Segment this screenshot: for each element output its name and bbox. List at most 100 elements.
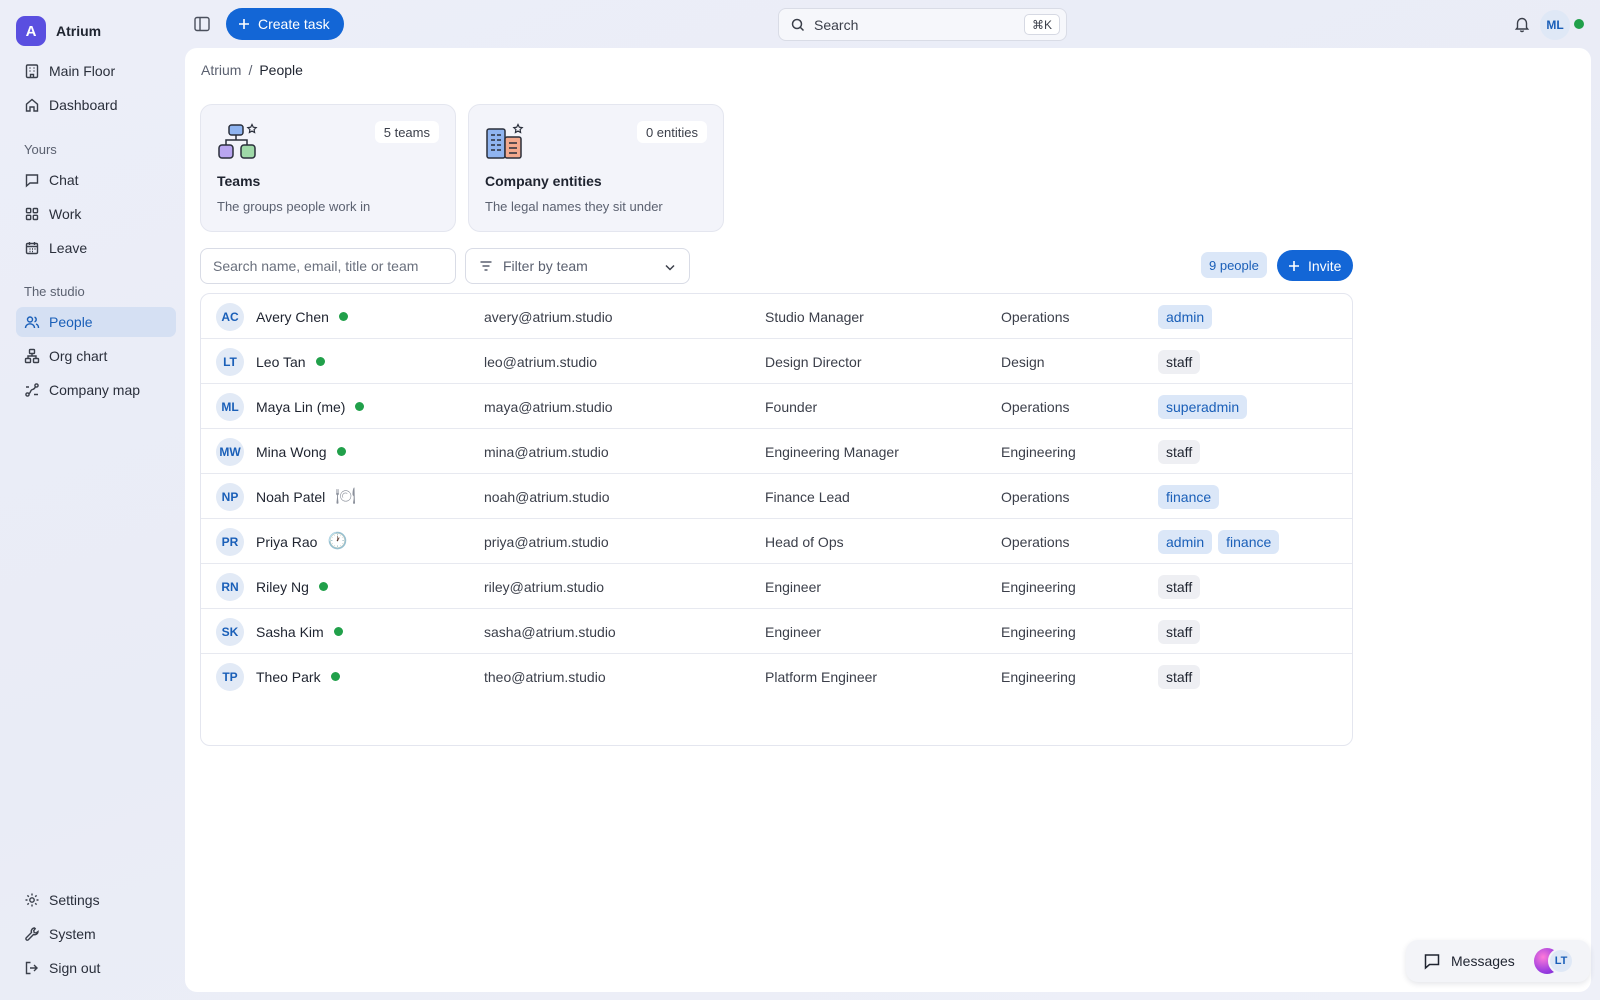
avatar: PR [216,528,244,556]
sign-out-icon [24,960,40,976]
entities-count-badge: 0 entities [636,121,707,143]
wrench-icon [24,926,40,942]
person-name-text: Riley Ng [256,578,309,595]
sidebar-item-company-map[interactable]: Company map [16,375,176,405]
role-badge: staff [1158,349,1201,374]
sidebar-item-label: People [49,314,93,330]
online-status-dot [318,582,328,591]
person-title: Design Director [765,353,862,370]
online-status-dot [355,402,365,411]
online-status-dot [333,627,343,636]
table-row[interactable]: SK Sasha Kim sasha@atrium.studio Engineer En… [201,609,1352,654]
avatar: AC [216,303,244,331]
breadcrumb: Atrium / People [201,62,303,78]
person-email: theo@atrium.studio [484,668,606,685]
person-email: mina@atrium.studio [484,443,609,460]
sidebar-item-work[interactable]: Work [16,199,176,229]
person-email: noah@atrium.studio [484,488,610,505]
team-filter-select[interactable]: Filter by team [465,248,690,284]
person-roles: staff [1158,654,1201,699]
messages-label: Messages [1451,953,1515,969]
online-status-dot [315,357,325,366]
person-name[interactable]: Avery Chen [256,294,348,339]
people-table: AC Avery Chen avery@atrium.studio Studio Ma… [200,293,1353,746]
sidebar-item-org-chart[interactable]: Org chart [16,341,176,371]
sidebar-item-people[interactable]: People [16,307,176,337]
sidebar-item-chat[interactable]: Chat [16,165,176,195]
person-name[interactable]: Noah Patel 🍽 [256,474,356,519]
role-badge: admin [1158,529,1213,554]
person-name[interactable]: Priya Rao 🕐 [256,519,347,564]
person-team: Engineering [1001,668,1076,685]
sidebar-item-system[interactable]: System [16,919,176,949]
role-badge: staff [1158,439,1201,464]
role-badge: superadmin [1158,394,1248,419]
people-search-input[interactable] [200,248,456,284]
role-badge: staff [1158,664,1201,689]
teams-count-badge: 5 teams [374,121,439,143]
teams-card[interactable]: 5 teams Teams The groups people work in [200,104,456,232]
sidebar-toggle-icon[interactable] [192,15,212,33]
user-avatar[interactable]: ML [1540,10,1570,40]
sidebar-item-leave[interactable]: Leave [16,233,176,263]
brand[interactable]: A Atrium [16,16,101,46]
person-name[interactable]: Sasha Kim [256,609,343,654]
person-title: Studio Manager [765,308,864,325]
card-title: Company entities [485,173,602,189]
avatar: MW [216,438,244,466]
person-email: avery@atrium.studio [484,308,613,325]
table-row[interactable]: PR Priya Rao 🕐 priya@atrium.studio Head of O… [201,519,1352,564]
person-team: Operations [1001,488,1070,505]
person-roles: admin [1158,294,1213,339]
person-name[interactable]: Leo Tan [256,339,325,384]
global-search[interactable]: Search ⌘K [778,8,1067,41]
sidebar-item-label: Main Floor [49,63,116,79]
sidebar-item-label: System [49,926,96,942]
org-chart-icon [24,348,40,364]
person-name-text: Sasha Kim [256,623,324,640]
person-title: Platform Engineer [765,668,878,685]
person-name-text: Leo Tan [256,353,306,370]
sidebar-item-settings[interactable]: Settings [16,885,176,915]
company-entities-icon [485,123,527,161]
person-name[interactable]: Maya Lin (me) [256,384,365,429]
invite-button[interactable]: Invite [1277,250,1354,281]
person-name-text: Noah Patel [256,488,326,505]
person-title: Head of Ops [765,533,844,550]
person-name[interactable]: Theo Park [256,654,340,699]
brand-logo: A [16,16,46,46]
sidebar-item-label: Dashboard [49,97,118,113]
table-row[interactable]: NP Noah Patel 🍽 noah@atrium.studio Finance L… [201,474,1352,519]
online-status-dot [336,447,346,456]
plus-icon [237,17,251,31]
bell-icon[interactable] [1513,15,1531,33]
section-label-yours: Yours [24,142,57,157]
company-entities-card[interactable]: 0 entities Company entities The legal na… [468,104,724,232]
sidebar-item-main-floor[interactable]: Main Floor [16,56,176,86]
table-row[interactable]: LT Leo Tan leo@atrium.studio Design Directo… [201,339,1352,384]
table-row[interactable]: MW Mina Wong mina@atrium.studio Engineering… [201,429,1352,474]
create-task-button[interactable]: Create task [226,8,344,40]
sidebar-item-label: Company map [49,382,141,398]
breadcrumb-current: People [259,62,303,78]
team-filter-placeholder: Filter by team [503,258,588,274]
table-row[interactable]: TP Theo Park theo@atrium.studio Platform En… [201,654,1352,699]
person-team: Operations [1001,308,1070,325]
table-row[interactable]: AC Avery Chen avery@atrium.studio Studio Ma… [201,294,1352,339]
person-title: Finance Lead [765,488,850,505]
person-title: Engineer [765,578,822,595]
person-name[interactable]: Mina Wong [256,429,346,474]
messages-button[interactable]: Messages LT [1406,940,1590,982]
breadcrumb-root[interactable]: Atrium [201,62,241,78]
sidebar-item-dashboard[interactable]: Dashboard [16,90,176,120]
person-name[interactable]: Riley Ng [256,564,328,609]
person-team: Operations [1001,533,1070,550]
section-label-studio: The studio [24,284,85,299]
person-name-text: Avery Chen [256,308,329,325]
sidebar-item-sign-out[interactable]: Sign out [16,953,176,983]
table-row[interactable]: ML Maya Lin (me) maya@atrium.studio Founder… [201,384,1352,429]
avatar: TP [216,663,244,691]
table-row[interactable]: RN Riley Ng riley@atrium.studio Engineer Eng… [201,564,1352,609]
person-email: sasha@atrium.studio [484,623,616,640]
person-name-text: Theo Park [256,668,321,685]
